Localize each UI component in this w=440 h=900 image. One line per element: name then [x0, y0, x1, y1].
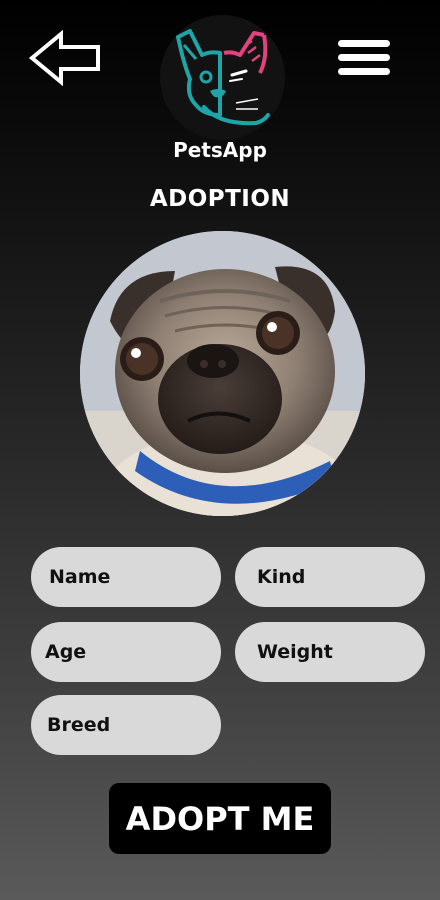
arrow-left-icon — [28, 29, 100, 87]
app-name: PetsApp — [173, 138, 267, 162]
menu-button[interactable] — [338, 40, 390, 76]
name-field[interactable] — [31, 547, 221, 607]
back-button[interactable] — [28, 29, 102, 87]
breed-field[interactable] — [31, 695, 221, 755]
kind-field[interactable] — [235, 547, 425, 607]
pet-photo — [80, 231, 365, 516]
app-logo — [160, 15, 285, 140]
page-title: ADOPTION — [149, 186, 291, 212]
french-bulldog-logo-icon — [176, 29, 270, 126]
age-field[interactable] — [31, 622, 221, 682]
pug-puppy-image — [80, 231, 365, 516]
adopt-me-button[interactable]: ADOPT ME — [109, 783, 331, 854]
weight-field[interactable] — [235, 622, 425, 682]
adoption-screen: PetsApp ADOPTION Name Kind Age Weight Br… — [0, 0, 440, 900]
